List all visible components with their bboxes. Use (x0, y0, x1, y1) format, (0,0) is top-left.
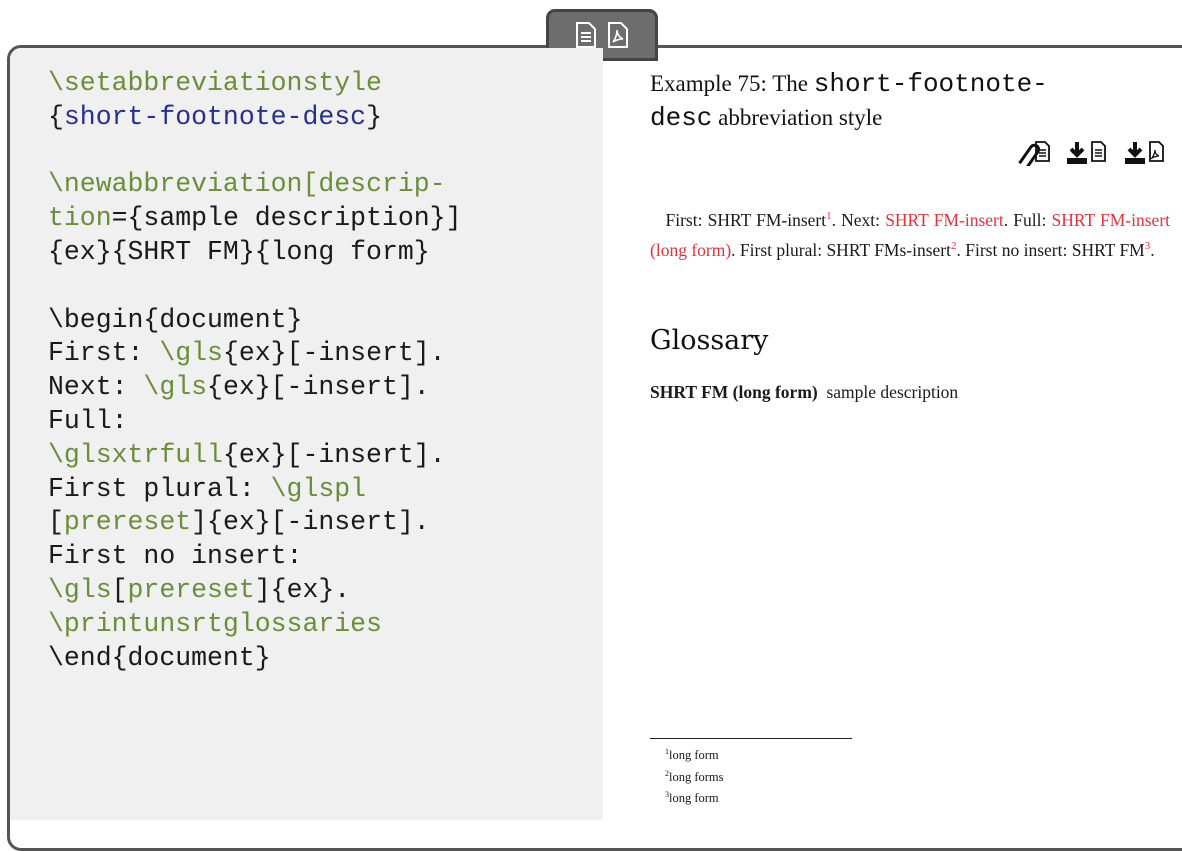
glossary-term: SHRT FM (long form) (650, 382, 818, 402)
footnote-rule (650, 738, 852, 739)
glossary-description: sample description (826, 382, 959, 402)
rendered-output: First: SHRT FM-insert1. Next: SHRT FM-in… (650, 209, 1171, 260)
footnote: 3long form (665, 790, 719, 806)
example-actions (1012, 140, 1168, 166)
footnotes: 1long form 2long forms 3long form (665, 743, 724, 808)
glossary-heading: Glossary (650, 325, 769, 356)
example-title: Example 75: The short-footnote-desc abbr… (650, 69, 1048, 133)
code-line: \setabbreviationstyle (48, 68, 382, 98)
download-document-icon[interactable] (1066, 140, 1110, 166)
footnote: 1long form (665, 747, 719, 763)
download-pdf-icon[interactable] (1124, 140, 1168, 166)
document-icon[interactable] (575, 22, 597, 48)
glossary-entry: SHRT FM (long form) sample description (650, 382, 958, 403)
footnote: 2long forms (665, 768, 724, 784)
pdf-icon[interactable] (607, 22, 629, 48)
code-listing: \setabbreviationstyle {short-footnote-de… (48, 68, 462, 673)
glossary-link[interactable]: SHRT FM-insert (885, 210, 1004, 230)
attachment-icon[interactable] (1012, 140, 1052, 166)
